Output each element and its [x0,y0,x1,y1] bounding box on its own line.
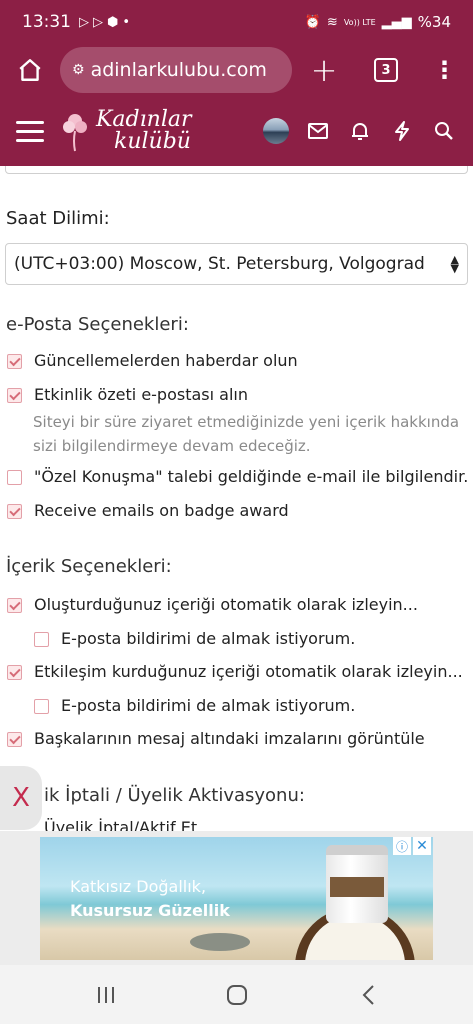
back-chevron-icon [362,984,374,1005]
url-text: adinlarkulubu.com [90,59,267,81]
status-bar: 13:31 ▷ ▷ ⬢ • ⏰ ≋ Vo)) LTE ▂▄▆ %34 [0,0,473,44]
account-deactivate-link[interactable]: Üyelik İptal/Aktif Et [44,818,197,831]
option-label: E-posta bildirimi de almak istiyorum. [61,696,356,715]
checkbox[interactable] [7,388,22,403]
system-icons: ⏰ ≋ Vo)) LTE ▂▄▆ %34 [305,13,451,31]
tabs-button[interactable]: 3 [356,58,416,82]
logo-line-2: kulübü [114,129,191,154]
alerts-button[interactable] [347,118,373,144]
option-activity-summary[interactable]: Etkinlik özeti e-postası alın [7,385,248,404]
home-nav-button[interactable] [217,975,257,1015]
option-label: E-posta bildirimi de almak istiyorum. [61,629,356,648]
whats-new-button[interactable] [389,118,415,144]
product-jar-image [326,845,388,923]
recent-apps-button[interactable] [86,975,126,1015]
search-button[interactable] [431,118,457,144]
bell-icon [352,123,368,140]
address-bar[interactable]: ⚙ adinlarkulubu.com [60,47,292,93]
option-label: Güncellemelerden haberdar olun [34,351,298,370]
checkbox[interactable] [7,732,22,747]
option-label: Etkileşim kurduğunuz içeriği otomatik ol… [34,662,463,681]
ad-subheadline: Kusursuz Güzellik [70,901,230,920]
logo-line-1: Kadınlar [96,107,192,132]
option-watch-interacted[interactable]: Etkileşim kurduğunuz içeriği otomatik ol… [7,662,463,681]
option-show-signatures[interactable]: Başkalarının mesaj altındaki imzalarını … [7,729,425,748]
email-options-title: e-Posta Seçenekleri: [6,314,189,335]
jar-label [330,877,384,897]
rock-image [190,933,250,951]
tab-count: 3 [374,58,398,82]
option-label: "Özel Konuşma" talebi geldiğinde e-mail … [34,467,469,486]
checkbox[interactable] [7,504,22,519]
lightning-icon [395,121,409,141]
preferences-form: Saat Dilimi: (UTC+03:00) Moscow, St. Pet… [0,166,473,831]
play-icon: ▷ [79,14,89,30]
status-time: 13:31 [22,12,71,32]
option-badge-emails[interactable]: Receive emails on badge award [7,501,289,520]
option-description: Siteyi bir süre ziyaret etmediğinizde ye… [33,413,460,455]
checkbox[interactable] [7,598,22,613]
checkbox[interactable] [7,354,22,369]
checkbox[interactable] [7,470,22,485]
envelope-icon [308,123,328,139]
system-navigation-bar [0,965,473,1024]
volte-icon: Vo)) LTE [343,17,376,27]
ad-banner[interactable]: Katkısız Doğallık, Kusursuz Güzellik ⓘ ✕ [40,837,433,960]
alarm-icon: ⏰ [304,14,321,30]
hamburger-menu-button[interactable] [0,96,60,166]
home-icon [19,59,41,81]
option-watch-created-email[interactable]: E-posta bildirimi de almak istiyorum. [34,629,355,648]
checkbox[interactable] [7,665,22,680]
ad-close-icon[interactable]: ✕ [413,837,431,855]
checkbox[interactable] [34,632,49,647]
site-logo[interactable]: Kadınlar kulübü [60,96,260,166]
back-button[interactable] [348,975,388,1015]
ad-headline: Katkısız Doğallık, [70,877,207,896]
battery-percent: %34 [417,13,451,31]
timezone-value: (UTC+03:00) Moscow, St. Petersburg, Volg… [14,254,425,274]
search-icon [435,122,453,140]
box-icon: ⬢ [107,14,119,30]
home-circle-icon [226,984,247,1005]
messages-button[interactable] [305,118,331,144]
new-tab-button[interactable]: + [292,44,356,96]
option-watch-interacted-email[interactable]: E-posta bildirimi de almak istiyorum. [34,696,355,715]
option-label: Etkinlik özeti e-postası alın [34,385,248,404]
option-label: Oluşturduğunuz içeriği otomatik olarak i… [34,595,418,614]
notification-icons: ▷ ▷ ⬢ • [79,15,130,30]
option-label: Receive emails on badge award [34,501,289,520]
ad-close-tab[interactable]: X [0,766,42,830]
ad-banner-area: Katkısız Doğallık, Kusursuz Güzellik ⓘ ✕ [0,831,473,965]
status-dot: • [122,14,131,30]
flower-logo-icon [63,114,87,152]
checkbox[interactable] [34,699,49,714]
partial-field[interactable] [5,166,468,174]
wifi-icon: ≋ [326,14,338,30]
home-button[interactable] [0,44,60,96]
play-icon: ▷ [93,14,103,30]
timezone-select[interactable]: (UTC+03:00) Moscow, St. Petersburg, Volg… [5,243,468,285]
option-private-conversation[interactable]: "Özel Konuşma" talebi geldiğinde e-mail … [7,467,468,486]
content-options-title: İçerik Seçenekleri: [6,556,172,577]
account-section-title: ik İptali / Üyelik Aktivasyonu: [44,785,305,806]
adchoices-icon[interactable]: ⓘ [393,837,411,855]
select-arrows-icon: ▲ ▼ [450,253,459,275]
signal-icon: ▂▄▆ [381,14,412,30]
browser-menu-button[interactable]: ⋮ [416,56,473,84]
timezone-label: Saat Dilimi: [6,208,110,229]
recents-icon [97,986,114,1003]
user-avatar[interactable] [263,118,289,144]
option-label: Başkalarının mesaj altındaki imzalarını … [34,729,425,748]
option-updates[interactable]: Güncellemelerden haberdar olun [7,351,298,370]
browser-toolbar: ⚙ adinlarkulubu.com + 3 ⋮ [0,44,473,96]
site-settings-icon[interactable]: ⚙ [72,62,85,78]
site-header: Kadınlar kulübü [0,96,473,166]
option-watch-created[interactable]: Oluşturduğunuz içeriği otomatik olarak i… [7,595,418,614]
